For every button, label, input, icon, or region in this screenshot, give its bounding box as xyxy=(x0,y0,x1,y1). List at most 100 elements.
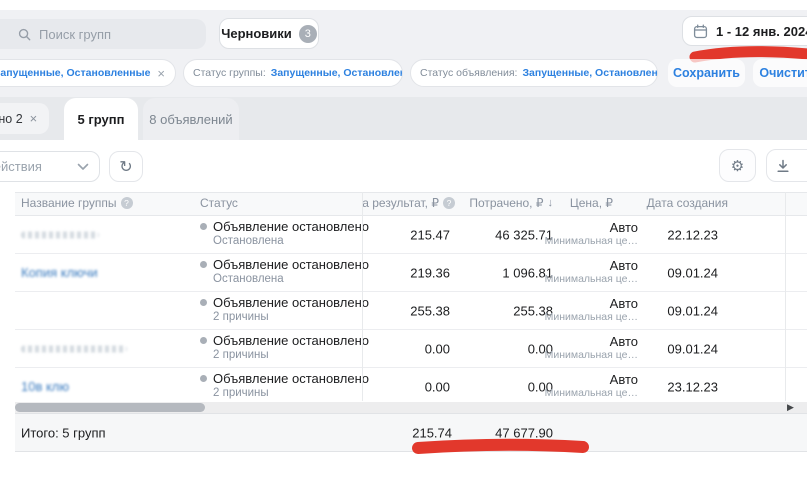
filter-chip-group-status[interactable]: Статус группы: Запущенные, Остановленные… xyxy=(183,59,403,87)
created-date: 23.12.23 xyxy=(667,379,718,394)
price-mode: Авто xyxy=(545,372,638,387)
tab-groups[interactable]: 5 групп xyxy=(64,98,138,140)
close-icon[interactable]: × xyxy=(30,111,38,126)
ads-manager-screen: Поиск групп Черновики 3 1 - 12 янв. 2024… xyxy=(0,0,807,487)
export-button[interactable] xyxy=(766,149,807,182)
created-date: 22.12.23 xyxy=(667,227,718,242)
group-name-link[interactable] xyxy=(21,345,127,352)
status-text: Объявление остановлено xyxy=(213,257,369,272)
chevron-down-icon xyxy=(77,163,89,171)
price-strategy: Минимальная це… xyxy=(545,387,638,399)
cost-per-result-value: 219.36 xyxy=(410,265,450,280)
refresh-icon: ↻ xyxy=(119,157,132,177)
chip-value: Запущенные, Остановленные xyxy=(0,67,150,79)
total-cost-per-result: 215.74 xyxy=(412,425,452,440)
column-header-name: Название группы ? xyxy=(21,196,133,210)
tab-ads[interactable]: 8 объявлений xyxy=(143,98,239,140)
total-spent: 47 677.90 xyxy=(495,425,553,440)
price-strategy: Минимальная це… xyxy=(545,235,638,247)
help-icon[interactable]: ? xyxy=(443,197,455,209)
chip-value: Запущенные, Остановленные xyxy=(522,67,658,79)
group-name-link[interactable] xyxy=(21,231,99,238)
calendar-icon xyxy=(693,24,708,39)
status-cell: Объявление остановлено Остановлена xyxy=(200,219,369,247)
totals-label: Итого: 5 групп xyxy=(21,425,106,440)
status-text: Объявление остановлено xyxy=(213,219,369,234)
table-row[interactable]: Копия ключи Объявление остановлено Остан… xyxy=(15,254,807,292)
selected-items-label: Выбрано 2 xyxy=(0,112,23,126)
filter-chip-ad-status[interactable]: Статус объявления: Запущенные, Остановле… xyxy=(410,59,658,87)
chip-value: Запущенные, Остановленные xyxy=(271,67,403,79)
table-row[interactable]: Объявление остановлено 2 причины 255.38 … xyxy=(15,292,807,330)
chip-prefix: Статус объявления: xyxy=(420,67,517,79)
price-strategy: Минимальная це… xyxy=(545,273,638,285)
status-dot-icon xyxy=(200,261,207,268)
actions-dropdown[interactable]: Действия xyxy=(0,151,100,182)
status-dot-icon xyxy=(200,299,207,306)
created-date: 09.01.24 xyxy=(667,341,718,356)
search-input[interactable]: Поиск групп xyxy=(0,19,206,49)
price-mode: Авто xyxy=(545,296,638,311)
gear-icon: ⚙ xyxy=(731,157,744,175)
chip-prefix: Статус группы: xyxy=(193,67,266,79)
selected-items-chip[interactable]: Выбрано 2 × xyxy=(0,103,49,134)
table-body: Объявление остановлено Остановлена 215.4… xyxy=(15,216,807,406)
status-text: Объявление остановлено xyxy=(213,333,369,348)
cost-per-result-value: 215.47 xyxy=(410,227,450,242)
created-date: 09.01.24 xyxy=(667,265,718,280)
date-range-picker[interactable]: 1 - 12 янв. 2024 xyxy=(682,16,807,46)
column-header-status: Статус xyxy=(200,196,238,210)
status-subtext: Остановлена xyxy=(213,273,369,285)
drafts-label: Черновики xyxy=(221,26,292,41)
created-date: 09.01.24 xyxy=(667,303,718,318)
search-icon xyxy=(18,28,31,41)
sticky-column-divider xyxy=(362,192,363,401)
table-row[interactable]: Объявление остановлено 2 причины 0.00 0.… xyxy=(15,330,807,368)
cost-per-result-value: 0.00 xyxy=(425,379,450,394)
save-filters-button[interactable]: Сохранить xyxy=(668,59,745,87)
status-dot-icon xyxy=(200,375,207,382)
column-header-cost-per-result: Цена за результат, ₽ ? xyxy=(363,192,455,216)
status-subtext: 2 причины xyxy=(213,387,369,399)
horizontal-scrollbar[interactable]: ▶ xyxy=(15,402,807,413)
scroll-right-arrow-icon[interactable]: ▶ xyxy=(787,402,794,413)
status-text: Объявление остановлено xyxy=(213,295,369,310)
date-range-label: 1 - 12 янв. 2024 xyxy=(716,24,807,39)
search-placeholder: Поиск групп xyxy=(39,27,111,42)
status-dot-icon xyxy=(200,337,207,344)
price-mode: Авто xyxy=(545,258,638,273)
refresh-button[interactable]: ↻ xyxy=(109,151,143,182)
sort-desc-icon: ↓ xyxy=(548,197,554,209)
column-settings-button[interactable]: ⚙ xyxy=(719,149,756,182)
clear-filters-button[interactable]: Очистить xyxy=(753,59,807,87)
right-column-divider xyxy=(785,192,786,401)
status-cell: Объявление остановлено 2 причины xyxy=(200,371,369,399)
actions-label: Действия xyxy=(0,159,42,174)
status-cell: Объявление остановлено 2 причины xyxy=(200,333,369,361)
price-cell: Авто Минимальная це… xyxy=(545,296,638,323)
filter-chip-campaign-status[interactable]: Запущенные, Остановленные × xyxy=(0,59,176,87)
status-cell: Объявление остановлено 2 причины xyxy=(200,295,369,323)
top-strip xyxy=(0,0,807,10)
table-row[interactable]: 10в клю Объявление остановлено 2 причины… xyxy=(15,368,807,406)
status-dot-icon xyxy=(200,223,207,230)
drafts-button[interactable]: Черновики 3 xyxy=(219,18,319,49)
cost-per-result-value: 0.00 xyxy=(425,341,450,356)
group-name-link[interactable]: Копия ключи xyxy=(21,265,98,280)
cost-per-result-value: 255.38 xyxy=(410,303,450,318)
table-row[interactable]: Объявление остановлено Остановлена 215.4… xyxy=(15,216,807,254)
price-cell: Авто Минимальная це… xyxy=(545,258,638,285)
status-subtext: 2 причины xyxy=(213,349,369,361)
column-header-price: Цена, ₽ xyxy=(570,196,613,210)
price-mode: Авто xyxy=(545,334,638,349)
price-strategy: Минимальная це… xyxy=(545,311,638,323)
status-subtext: Остановлена xyxy=(213,235,369,247)
price-strategy: Минимальная це… xyxy=(545,349,638,361)
scrollbar-thumb[interactable] xyxy=(15,403,205,412)
price-cell: Авто Минимальная це… xyxy=(545,334,638,361)
export-icon xyxy=(776,159,790,173)
close-icon[interactable]: × xyxy=(157,67,165,80)
help-icon[interactable]: ? xyxy=(121,197,133,209)
column-header-spent-sorted[interactable]: Потрачено, ₽ ↓ xyxy=(469,196,553,210)
group-name-link[interactable]: 10в клю xyxy=(21,379,69,394)
